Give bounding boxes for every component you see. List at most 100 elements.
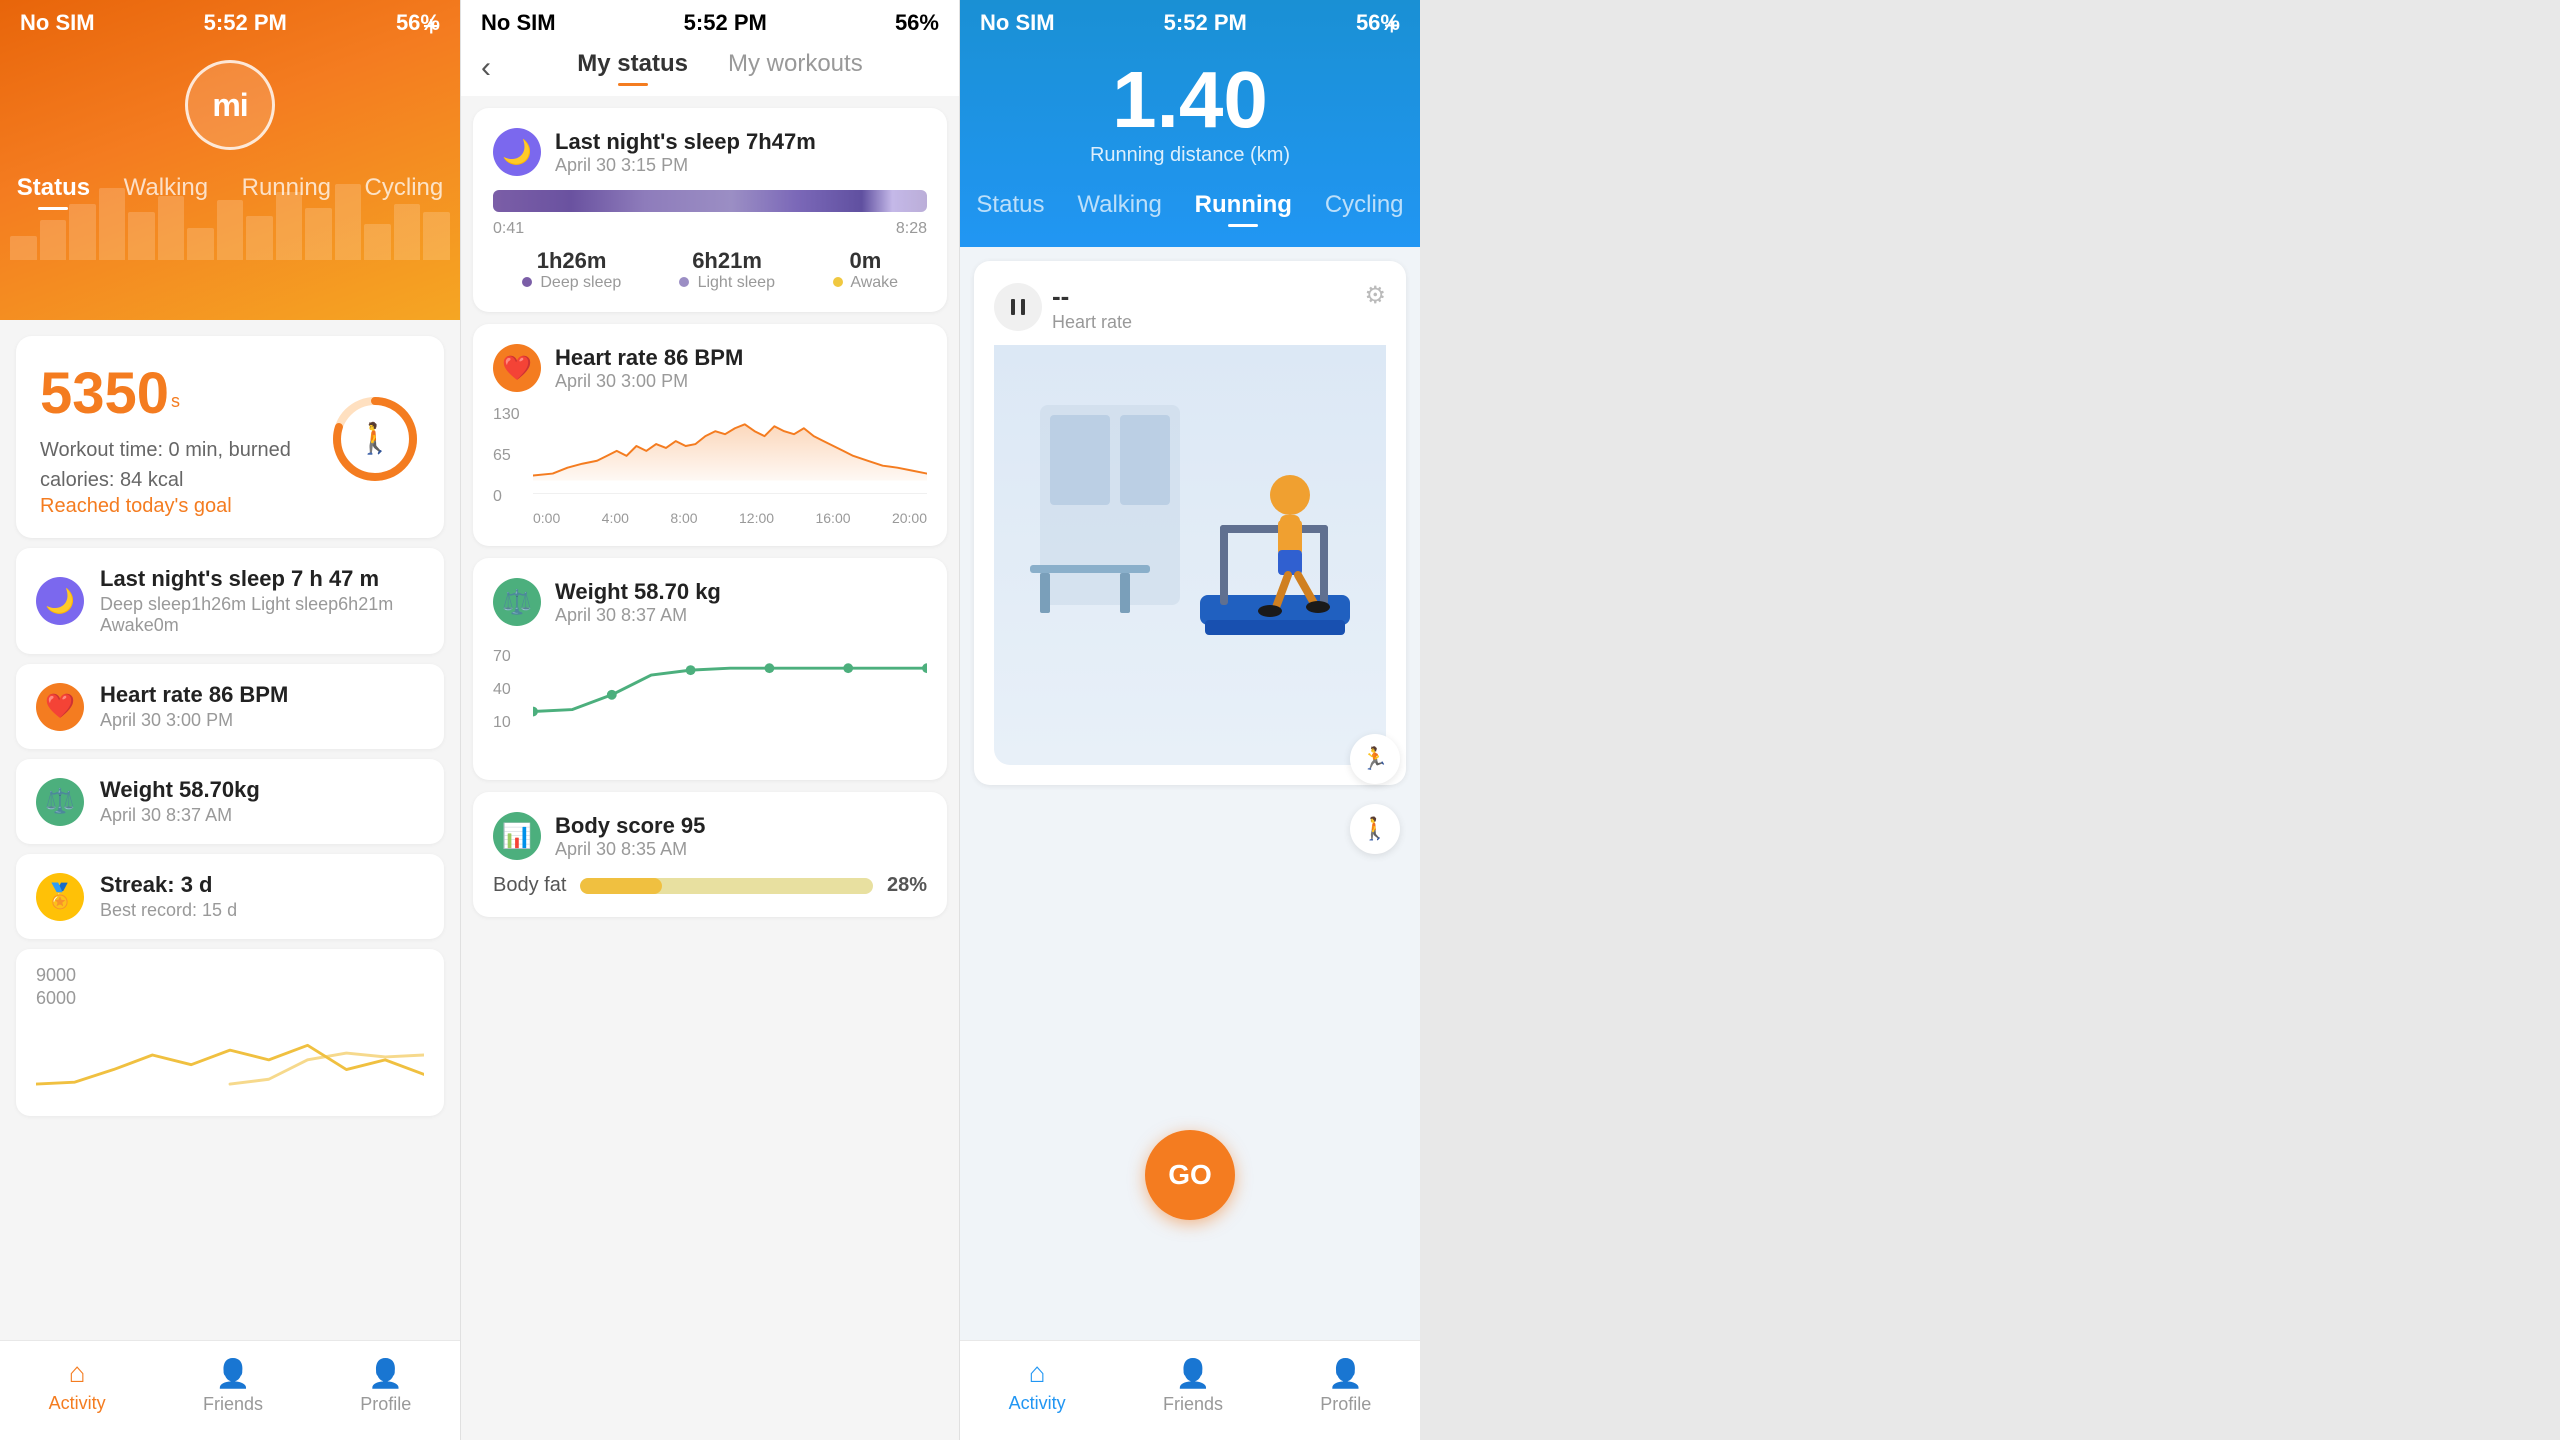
p2-hr-x3: 12:00 — [739, 510, 774, 526]
p2-back-button[interactable]: ‹ — [481, 51, 491, 85]
p1-streak-item[interactable]: 🏅 Streak: 3 d Best record: 15 d — [16, 854, 444, 939]
p1-status-bar: No SIM 5:52 PM 56% — [0, 0, 460, 40]
p1-tab-walking[interactable]: Walking — [112, 170, 220, 206]
p3-heart-rate-card: -- Heart rate ⚙ — [974, 261, 1406, 785]
p2-tab-status[interactable]: My status — [577, 50, 688, 86]
p2-heart-date: April 30 3:00 PM — [555, 371, 743, 392]
panel-running: No SIM 5:52 PM 56% + 1.40 Running distan… — [960, 0, 1420, 1440]
p1-tab-status[interactable]: Status — [5, 170, 102, 206]
p3-tab-running[interactable]: Running — [1183, 187, 1304, 223]
p1-sleep-title: Last night's sleep 7 h 47 m — [100, 566, 424, 592]
p2-deep-sleep-stat: 1h26m Deep sleep — [522, 248, 621, 292]
p3-heart-info: -- Heart rate — [1052, 281, 1132, 333]
p1-profile-icon: 👤 — [368, 1357, 403, 1390]
p3-distance-label: Running distance (km) — [960, 144, 1420, 167]
p2-hr-x4: 16:00 — [815, 510, 850, 526]
p2-hr-x5: 20:00 — [892, 510, 927, 526]
p3-friends-icon: 👤 — [1176, 1357, 1211, 1390]
p2-body-fat-row: Body fat 28% — [493, 874, 927, 897]
p3-tab-status[interactable]: Status — [964, 187, 1056, 223]
p2-weight-y-labels: 70 40 10 — [493, 640, 528, 740]
p1-friends-label: Friends — [203, 1394, 263, 1415]
p1-steps-info: 5350s Workout time: 0 min, burned calori… — [40, 360, 330, 518]
p1-heart-item[interactable]: ❤️ Heart rate 86 BPM April 30 3:00 PM — [16, 664, 444, 749]
p3-tab-cycling[interactable]: Cycling — [1313, 187, 1416, 223]
p2-deep-dot — [522, 277, 532, 287]
p3-nav-friends[interactable]: 👤 Friends — [1163, 1357, 1223, 1415]
p1-sleep-icon: 🌙 — [36, 577, 84, 625]
p1-nav-friends[interactable]: 👤 Friends — [203, 1357, 263, 1415]
spacer — [1420, 0, 2560, 1440]
p3-tab-walking[interactable]: Walking — [1065, 187, 1173, 223]
panel-activity: No SIM 5:52 PM 56% + mi Status Walking R… — [0, 0, 460, 1440]
p1-mini-chart: 9000 6000 — [16, 949, 444, 1116]
p3-running-icon[interactable]: 🏃 — [1350, 734, 1400, 784]
p1-weight-title: Weight 58.70kg — [100, 777, 260, 803]
p1-heart-title: Heart rate 86 BPM — [100, 682, 288, 708]
p3-gear-icon[interactable]: ⚙ — [1364, 281, 1386, 310]
p2-tab-workouts[interactable]: My workouts — [728, 50, 863, 86]
p2-hr-y3: 0 — [493, 488, 528, 506]
p3-treadmill-svg — [1020, 395, 1360, 715]
p3-nav-profile[interactable]: 👤 Profile — [1320, 1357, 1371, 1415]
p3-activity-label: Activity — [1009, 1393, 1066, 1414]
p1-heart-sub: April 30 3:00 PM — [100, 710, 288, 731]
p3-add-button[interactable]: + — [1384, 10, 1400, 42]
p3-status-bar: No SIM 5:52 PM 56% — [960, 0, 1420, 40]
p2-hr-x0: 0:00 — [533, 510, 560, 526]
p2-body-score-icon: 📊 — [493, 812, 541, 860]
p3-home-icon: ⌂ — [1029, 1357, 1046, 1389]
p2-body-score-header: 📊 Body score 95 April 30 8:35 AM — [493, 812, 927, 860]
p2-body-fat-bar — [580, 878, 662, 894]
p2-body-fat-bar-wrap — [580, 878, 873, 894]
p1-bottom-nav: ⌂ Activity 👤 Friends 👤 Profile — [0, 1340, 460, 1440]
p2-header: No SIM 5:52 PM 56% ‹ My status My workou… — [461, 0, 959, 96]
p2-hr-x-labels: 0:00 4:00 8:00 12:00 16:00 20:00 — [533, 510, 927, 526]
p3-go-button[interactable]: GO — [1145, 1130, 1235, 1220]
p2-body-score-info: Body score 95 April 30 8:35 AM — [555, 813, 705, 860]
p1-profile-label: Profile — [360, 1394, 411, 1415]
p3-walking-icon-2[interactable]: 🚶 — [1350, 804, 1400, 854]
p2-hr-svg — [533, 406, 927, 486]
p2-awake-value: 0m — [833, 248, 898, 274]
p1-carrier: No SIM — [20, 10, 95, 36]
p1-weight-item[interactable]: ⚖️ Weight 58.70kg April 30 8:37 AM — [16, 759, 444, 844]
p2-body-fat-label: Body fat — [493, 874, 566, 897]
p3-content: -- Heart rate ⚙ — [960, 247, 1420, 1340]
p1-steps-number: 5350s — [40, 360, 330, 427]
p2-weight-header: ⚖️ Weight 58.70 kg April 30 8:37 AM — [493, 578, 927, 626]
p1-steps-card: 5350s Workout time: 0 min, burned calori… — [16, 336, 444, 538]
p3-carrier: No SIM — [980, 10, 1055, 36]
p3-hr-label: Heart rate — [1052, 312, 1132, 333]
p2-hr-baseline — [533, 493, 927, 494]
p1-tab-cycling[interactable]: Cycling — [353, 170, 456, 206]
p2-sleep-times: 0:41 8:28 — [493, 220, 927, 238]
p2-deep-sleep-value: 1h26m — [522, 248, 621, 274]
p2-sleep-icon: 🌙 — [493, 128, 541, 176]
p2-content: 🌙 Last night's sleep 7h47m April 30 3:15… — [461, 96, 959, 1440]
p2-tabs: My status My workouts — [501, 50, 939, 86]
p3-nav-activity[interactable]: ⌂ Activity — [1009, 1357, 1066, 1414]
p3-tabs: Status Walking Running Cycling — [960, 177, 1420, 237]
p2-hr-x1: 4:00 — [602, 510, 629, 526]
p2-sleep-title: Last night's sleep 7h47m — [555, 129, 816, 155]
p2-sleep-end: 8:28 — [896, 220, 927, 238]
p1-weight-text: Weight 58.70kg April 30 8:37 AM — [100, 777, 260, 826]
p1-sleep-text: Last night's sleep 7 h 47 m Deep sleep1h… — [100, 566, 424, 636]
p1-nav-activity[interactable]: ⌂ Activity — [49, 1357, 106, 1414]
p2-body-score-card: 📊 Body score 95 April 30 8:35 AM Body fa… — [473, 792, 947, 917]
p3-side-icons: 🏃 🚶 — [1350, 734, 1400, 854]
p1-content: 5350s Workout time: 0 min, burned calori… — [0, 320, 460, 1340]
p1-home-icon: ⌂ — [69, 1357, 86, 1389]
p3-heart-row: -- Heart rate — [994, 281, 1386, 333]
p2-sleep-date: April 30 3:15 PM — [555, 155, 816, 176]
p2-sleep-stats: 1h26m Deep sleep 6h21m Light sleep 0m — [493, 248, 927, 292]
p3-distance-number: 1.40 — [960, 60, 1420, 140]
p1-tab-running[interactable]: Running — [230, 170, 343, 206]
p2-deep-sleep-label: Deep sleep — [522, 274, 621, 292]
p1-nav-profile[interactable]: 👤 Profile — [360, 1357, 411, 1415]
p3-distance-display: 1.40 Running distance (km) — [960, 40, 1420, 177]
p1-add-button[interactable]: + — [422, 10, 440, 44]
p3-profile-icon: 👤 — [1328, 1357, 1363, 1390]
p1-sleep-item[interactable]: 🌙 Last night's sleep 7 h 47 m Deep sleep… — [16, 548, 444, 654]
